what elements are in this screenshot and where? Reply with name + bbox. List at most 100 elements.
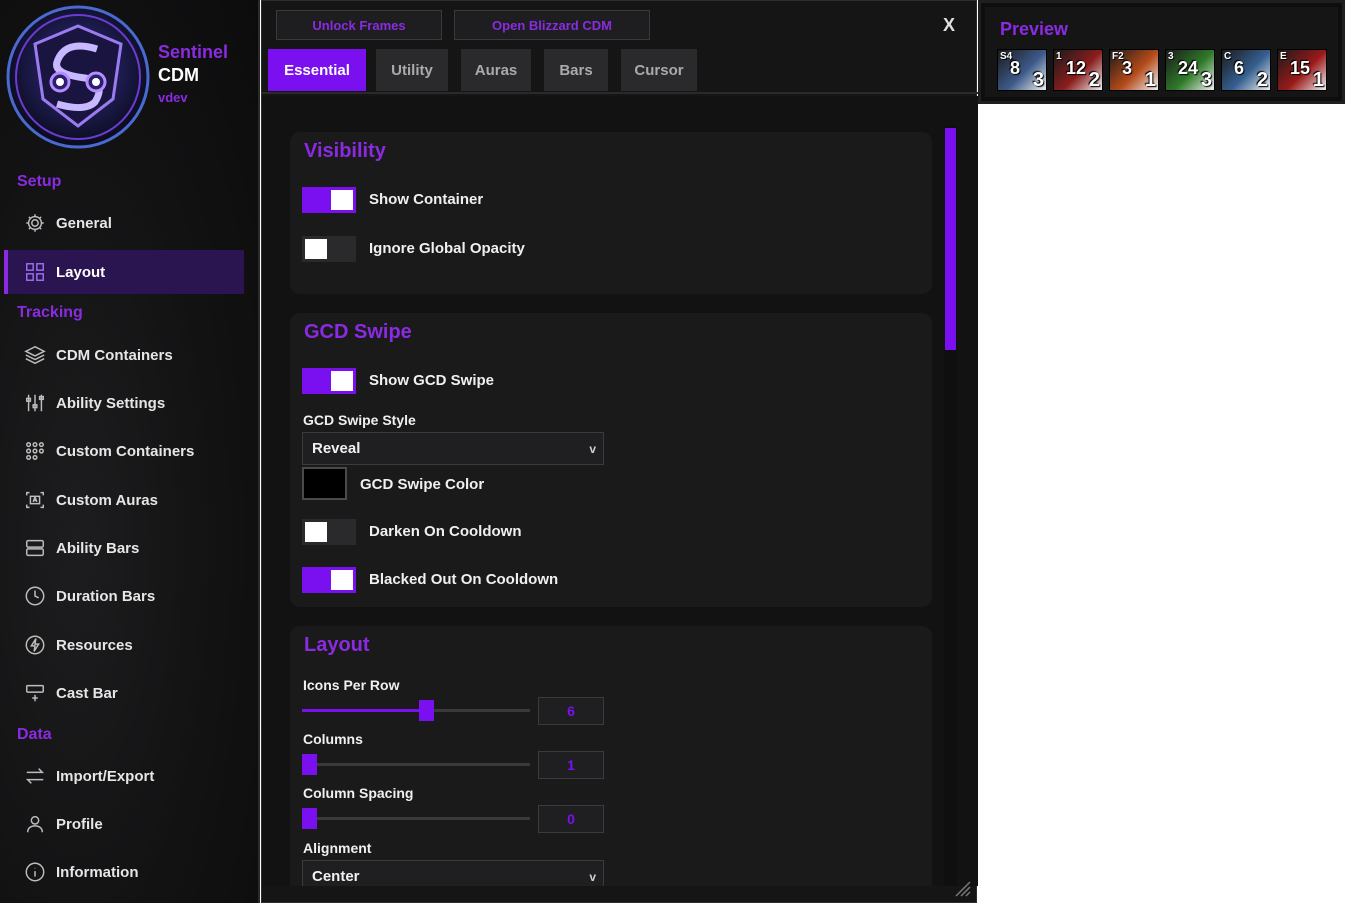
aura-stacks: 3 <box>1032 69 1044 91</box>
blacked-out-on-cooldown-label: Blacked Out On Cooldown <box>369 571 559 588</box>
scrollbar-thumb[interactable] <box>945 128 956 350</box>
layout-title: Layout <box>304 634 370 656</box>
main-panel: Unlock Frames Open Blizzard CDM X Essent… <box>261 0 978 903</box>
open-blizzard-cdm-button[interactable]: Open Blizzard CDM <box>454 10 650 40</box>
show-gcd-swipe-label: Show GCD Swipe <box>369 372 495 389</box>
bolt-icon <box>24 634 46 656</box>
slider-thumb[interactable] <box>419 700 435 721</box>
preview-title: Preview <box>1000 19 1069 39</box>
sidebar-item-label: Ability Bars <box>56 539 140 557</box>
show-container-toggle[interactable] <box>302 187 356 213</box>
preview-aura-icon: S4 8 3 <box>997 49 1047 91</box>
tab-cursor[interactable]: Cursor <box>621 49 697 91</box>
layout-card: Layout Icons Per Row 6 Columns 1 Column … <box>290 626 932 886</box>
settings-content: Visibility Show Container Ignore Global … <box>262 96 978 886</box>
aura-stacks: 2 <box>1088 69 1100 91</box>
aura-cooldown: 15 <box>1290 58 1311 78</box>
sliders-icon <box>24 392 46 414</box>
sidebar-item-label: CDM Containers <box>56 346 173 364</box>
show-gcd-swipe-toggle[interactable] <box>302 368 356 394</box>
sidebar-item-cast-bar[interactable]: Cast Bar <box>4 671 244 715</box>
section-data: Data <box>17 726 52 743</box>
alignment-label: Alignment <box>303 840 372 856</box>
sidebar-item-general[interactable]: General <box>4 201 244 245</box>
section-setup: Setup <box>17 173 62 190</box>
app-subtitle: CDM <box>158 65 199 85</box>
info-icon <box>24 861 46 883</box>
blacked-out-on-cooldown-toggle[interactable] <box>302 567 356 593</box>
slider-thumb[interactable] <box>302 808 317 829</box>
ignore-global-opacity-toggle[interactable] <box>302 236 356 262</box>
aura-cooldown: 8 <box>1010 58 1021 78</box>
sidebar-item-duration-bars[interactable]: Duration Bars <box>4 574 244 618</box>
aura-stacks: 3 <box>1200 69 1212 91</box>
darken-on-cooldown-toggle[interactable] <box>302 519 356 545</box>
unlock-frames-button[interactable]: Unlock Frames <box>276 10 442 40</box>
sidebar-item-label: Duration Bars <box>56 587 156 605</box>
aura-cooldown: 3 <box>1122 58 1133 78</box>
clock-icon <box>24 585 46 607</box>
tab-utility[interactable]: Utility <box>376 49 448 91</box>
icons-per-row-value[interactable]: 6 <box>538 697 604 725</box>
sidebar-item-ability-bars[interactable]: Ability Bars <box>4 526 244 570</box>
sidebar-item-ability-settings[interactable]: Ability Settings <box>4 381 244 425</box>
gcd-swipe-color-label: GCD Swipe Color <box>360 476 485 493</box>
column-spacing-slider[interactable] <box>302 808 530 829</box>
close-button[interactable]: X <box>943 15 955 36</box>
aura-frame-icon <box>24 489 46 511</box>
tab-essential[interactable]: Essential <box>268 49 366 91</box>
tab-bars[interactable]: Bars <box>544 49 608 91</box>
content-scrollbar[interactable] <box>944 126 957 886</box>
tab-auras[interactable]: Auras <box>461 49 531 91</box>
tab-bar: Essential Utility Auras Bars Cursor <box>262 49 978 94</box>
sidebar-item-import-export[interactable]: Import/Export <box>4 754 244 798</box>
user-icon <box>24 813 46 835</box>
sidebar-item-label: Information <box>56 863 139 881</box>
darken-on-cooldown-label: Darken On Cooldown <box>369 523 522 540</box>
sidebar-item-resources[interactable]: Resources <box>4 623 244 667</box>
gcd-swipe-style-select[interactable]: Reveal v <box>302 432 604 465</box>
gcd-swipe-color-swatch[interactable] <box>302 467 347 500</box>
slider-thumb[interactable] <box>302 754 317 775</box>
column-spacing-value[interactable]: 0 <box>538 805 604 833</box>
column-spacing-label: Column Spacing <box>303 785 414 801</box>
chevron-down-icon: v <box>589 870 596 884</box>
icons-per-row-slider[interactable] <box>302 700 530 721</box>
sidebar-item-label: Ability Settings <box>56 394 166 412</box>
columns-label: Columns <box>303 731 363 747</box>
visibility-card: Visibility Show Container Ignore Global … <box>290 132 932 294</box>
aura-stacks: 2 <box>1256 69 1268 91</box>
sidebar-item-custom-auras[interactable]: Custom Auras <box>4 478 244 522</box>
sidebar-item-layout[interactable]: Layout <box>4 250 244 294</box>
sentinel-logo <box>5 4 151 150</box>
grid-icon <box>24 261 46 283</box>
sidebar-item-label: Layout <box>56 263 106 281</box>
gcd-swipe-title: GCD Swipe <box>304 321 412 343</box>
aura-cooldown: 12 <box>1066 58 1087 78</box>
dots-grid-icon <box>24 440 46 462</box>
alignment-value: Center <box>312 868 360 885</box>
sidebar-item-label: Custom Auras <box>56 491 158 509</box>
columns-slider[interactable] <box>302 754 530 775</box>
sidebar-item-profile[interactable]: Profile <box>4 802 244 846</box>
aura-cooldown: 24 <box>1178 58 1199 78</box>
sidebar-item-cdm-containers[interactable]: CDM Containers <box>4 333 244 377</box>
sidebar-item-information[interactable]: Information <box>4 850 244 894</box>
aura-stacks: 1 <box>1144 69 1156 91</box>
aura-stacks: 1 <box>1312 69 1324 91</box>
gcd-swipe-style-label: GCD Swipe Style <box>303 412 416 428</box>
aura-keybind: E <box>1280 51 1287 62</box>
aura-cooldown: 6 <box>1234 58 1245 78</box>
columns-value[interactable]: 1 <box>538 751 604 779</box>
ignore-global-opacity-label: Ignore Global Opacity <box>369 240 525 257</box>
sidebar-item-custom-containers[interactable]: Custom Containers <box>4 429 244 473</box>
preview-aura-icon: E 15 1 <box>1277 49 1327 91</box>
show-container-label: Show Container <box>369 191 484 208</box>
icons-per-row-label: Icons Per Row <box>303 677 400 693</box>
alignment-select[interactable]: Center v <box>302 860 604 886</box>
preview-aura-icon: 3 24 3 <box>1165 49 1215 91</box>
sidebar-item-label: Resources <box>56 636 133 654</box>
gear-icon <box>24 212 46 234</box>
resize-grip-icon[interactable] <box>952 878 972 898</box>
sidebar-item-label: Cast Bar <box>56 684 118 702</box>
